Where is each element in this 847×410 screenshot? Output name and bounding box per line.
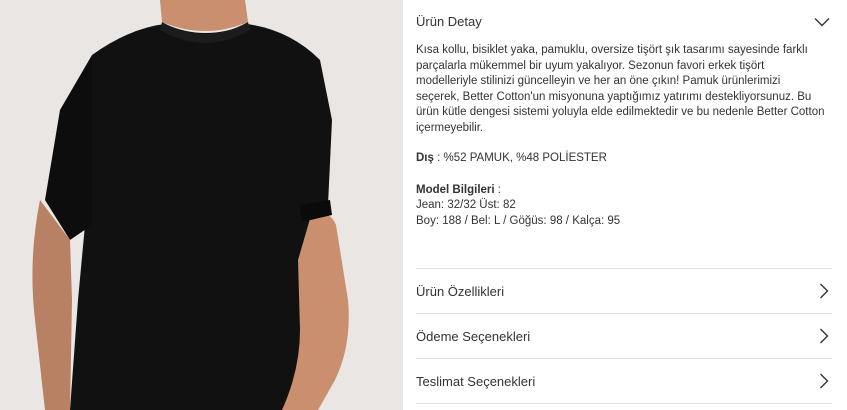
model-info-separator: :	[494, 183, 501, 196]
model-info-heading: Model Bilgileri :	[416, 183, 832, 199]
accordion-label: Teslimat Seçenekleri	[416, 373, 536, 389]
material-label: Dış	[416, 152, 434, 164]
chevron-right-icon[interactable]	[816, 328, 832, 344]
product-photo	[0, 0, 403, 410]
product-info-panel: Ürün Detay Kısa kollu, bisiklet yaka, pa…	[403, 0, 847, 410]
tshirt-model-illustration	[0, 0, 403, 410]
model-info-line-2: Boy: 188 / Bel: L / Göğüs: 98 / Kalça: 9…	[416, 214, 621, 227]
divider	[416, 403, 832, 404]
material-value: %52 PAMUK, %48 POLİESTER	[443, 152, 607, 164]
material-info: Dış : %52 PAMUK, %48 POLİESTER	[416, 151, 832, 167]
model-info: Model Bilgileri : Jean: 32/32 Üst: 82 Bo…	[416, 183, 832, 230]
accordion-payment-options[interactable]: Ödeme Seçenekleri	[416, 314, 832, 358]
accordion-label: Ürün Özellikleri	[416, 283, 505, 299]
material-separator: :	[433, 152, 444, 164]
accordion-delivery-options[interactable]: Teslimat Seçenekleri	[416, 359, 832, 403]
model-info-label: Model Bilgileri	[416, 183, 495, 196]
chevron-down-icon[interactable]	[814, 14, 830, 30]
product-detail-title: Ürün Detay	[416, 14, 482, 29]
model-info-line-1: Jean: 32/32 Üst: 82	[416, 199, 516, 211]
accordion-product-features[interactable]: Ürün Özellikleri	[416, 269, 832, 313]
product-description: Kısa kollu, bisiklet yaka, pamuklu, over…	[416, 44, 825, 134]
product-detail-content: Kısa kollu, bisiklet yaka, pamuklu, over…	[416, 43, 832, 229]
product-detail-header[interactable]: Ürün Detay	[416, 0, 832, 43]
chevron-right-icon[interactable]	[816, 373, 832, 389]
accordion-label: Ödeme Seçenekleri	[416, 328, 531, 344]
chevron-right-icon[interactable]	[816, 283, 832, 299]
product-detail-page: Ürün Detay Kısa kollu, bisiklet yaka, pa…	[0, 0, 847, 410]
